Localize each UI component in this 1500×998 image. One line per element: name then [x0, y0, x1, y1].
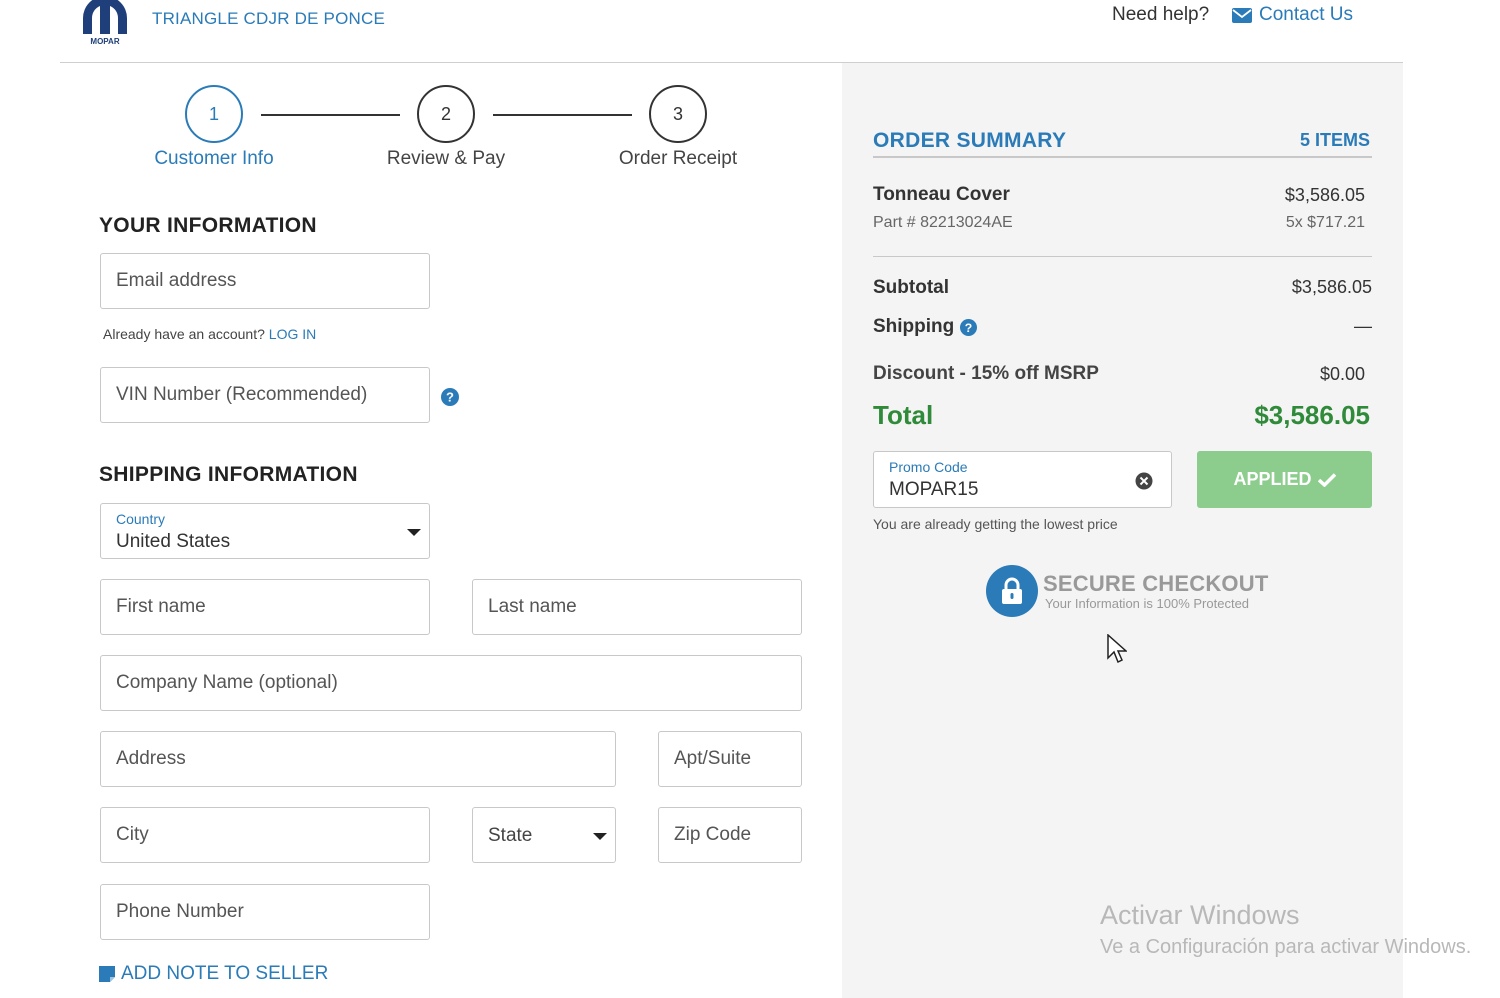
vin-field[interactable] — [100, 367, 430, 423]
lock-icon — [986, 565, 1038, 617]
items-count[interactable]: 5 ITEMS — [1300, 130, 1370, 151]
promo-code-field[interactable]: Promo Code MOPAR15 — [873, 451, 1172, 508]
company-input[interactable] — [101, 656, 801, 710]
country-select[interactable]: Country United States — [100, 503, 430, 559]
step-2-number: 2 — [440, 103, 451, 124]
summary-divider — [873, 156, 1372, 158]
secure-checkout-title: SECURE CHECKOUT — [1043, 571, 1269, 596]
note-icon — [99, 966, 115, 982]
step-1-label: Customer Info — [154, 148, 274, 169]
total-label: Total — [873, 400, 934, 430]
need-help-text: Need help? — [1112, 4, 1210, 25]
mouse-cursor-icon — [1107, 634, 1127, 664]
chevron-down-icon — [593, 833, 607, 840]
contact-us-label: Contact Us — [1259, 4, 1353, 25]
promo-applied-button[interactable]: APPLIED — [1197, 451, 1372, 508]
your-information-title: YOUR INFORMATION — [99, 214, 317, 237]
windows-watermark-title: Activar Windows — [1100, 900, 1300, 930]
apt-suite-field[interactable] — [658, 731, 802, 787]
product-name: Tonneau Cover — [873, 184, 1010, 205]
lowest-price-note: You are already getting the lowest price — [873, 516, 1118, 532]
subtotal-label: Subtotal — [873, 277, 949, 298]
step-3-label: Order Receipt — [618, 148, 738, 169]
zip-code-input[interactable] — [659, 808, 801, 862]
login-link[interactable]: LOG IN — [269, 326, 316, 342]
company-field[interactable] — [100, 655, 802, 711]
total-value: $3,586.05 — [1254, 400, 1370, 430]
zip-code-field[interactable] — [658, 807, 802, 863]
city-input[interactable] — [101, 808, 429, 862]
address-input[interactable] — [101, 732, 615, 786]
email-input[interactable] — [101, 254, 429, 308]
clear-icon[interactable] — [1135, 472, 1153, 490]
step-3-circle: 3 — [649, 85, 707, 143]
subtotal-value: $3,586.05 — [1291, 277, 1372, 297]
summary-divider — [873, 256, 1372, 257]
add-note-label: ADD NOTE TO SELLER — [121, 963, 329, 984]
checkmark-icon — [1317, 472, 1336, 487]
apt-suite-input[interactable] — [659, 732, 801, 786]
last-name-field[interactable] — [472, 579, 802, 635]
product-price: $3,586.05 — [1284, 185, 1365, 205]
part-number: Part # 82213024AE — [873, 214, 1013, 231]
step-connector — [261, 114, 400, 116]
phone-field[interactable] — [100, 884, 430, 940]
shipping-row: Shipping ? — [873, 316, 978, 338]
envelope-icon — [1232, 7, 1252, 23]
step-connector — [493, 114, 632, 116]
svg-text:?: ? — [446, 390, 454, 405]
shipping-label: Shipping — [873, 316, 955, 337]
email-field[interactable] — [100, 253, 430, 309]
vin-help-icon[interactable]: ? — [441, 388, 459, 411]
state-select[interactable]: State — [472, 807, 616, 863]
vin-input[interactable] — [101, 368, 429, 422]
state-select-label: State — [488, 825, 533, 846]
step-2-label: Review & Pay — [386, 148, 506, 169]
dealer-name[interactable]: TRIANGLE CDJR DE PONCE — [152, 9, 385, 29]
address-field[interactable] — [100, 731, 616, 787]
order-summary-title: ORDER SUMMARY — [873, 129, 1067, 152]
mopar-logo[interactable]: MOPAR — [80, 0, 134, 46]
svg-text:?: ? — [965, 320, 973, 334]
discount-value: $0.00 — [1319, 364, 1365, 384]
contact-us-link[interactable]: Contact Us — [1232, 4, 1353, 26]
country-value: United States — [116, 531, 231, 552]
country-label: Country — [116, 511, 166, 527]
step-1-number: 1 — [208, 103, 219, 124]
applied-label: APPLIED — [1233, 469, 1312, 489]
step-3-number: 3 — [672, 103, 683, 124]
last-name-input[interactable] — [473, 580, 801, 634]
shipping-help-icon[interactable]: ? — [960, 318, 978, 336]
city-field[interactable] — [100, 807, 430, 863]
windows-watermark-subtitle: Ve a Configuración para activar Windows. — [1100, 936, 1472, 958]
first-name-field[interactable] — [100, 579, 430, 635]
shipping-value: — — [1354, 316, 1372, 336]
step-2-circle: 2 — [417, 85, 475, 143]
first-name-input[interactable] — [101, 580, 429, 634]
discount-label: Discount - 15% off MSRP — [873, 363, 1099, 384]
promo-code-value[interactable]: MOPAR15 — [889, 479, 978, 501]
step-1-circle: 1 — [185, 85, 243, 143]
quantity-price: 5x $717.21 — [1285, 214, 1365, 231]
shipping-information-title: SHIPPING INFORMATION — [99, 463, 358, 486]
account-prompt-text: Already have an account? — [103, 326, 265, 342]
logo-wordmark: MOPAR — [90, 37, 119, 46]
promo-code-label: Promo Code — [889, 459, 968, 475]
chevron-down-icon — [407, 529, 421, 536]
secure-checkout-subtitle: Your Information is 100% Protected — [1045, 596, 1250, 611]
add-note-to-seller-link[interactable]: ADD NOTE TO SELLER — [99, 963, 328, 985]
phone-input[interactable] — [101, 885, 429, 939]
account-prompt: Already have an account? LOG IN — [103, 326, 316, 342]
